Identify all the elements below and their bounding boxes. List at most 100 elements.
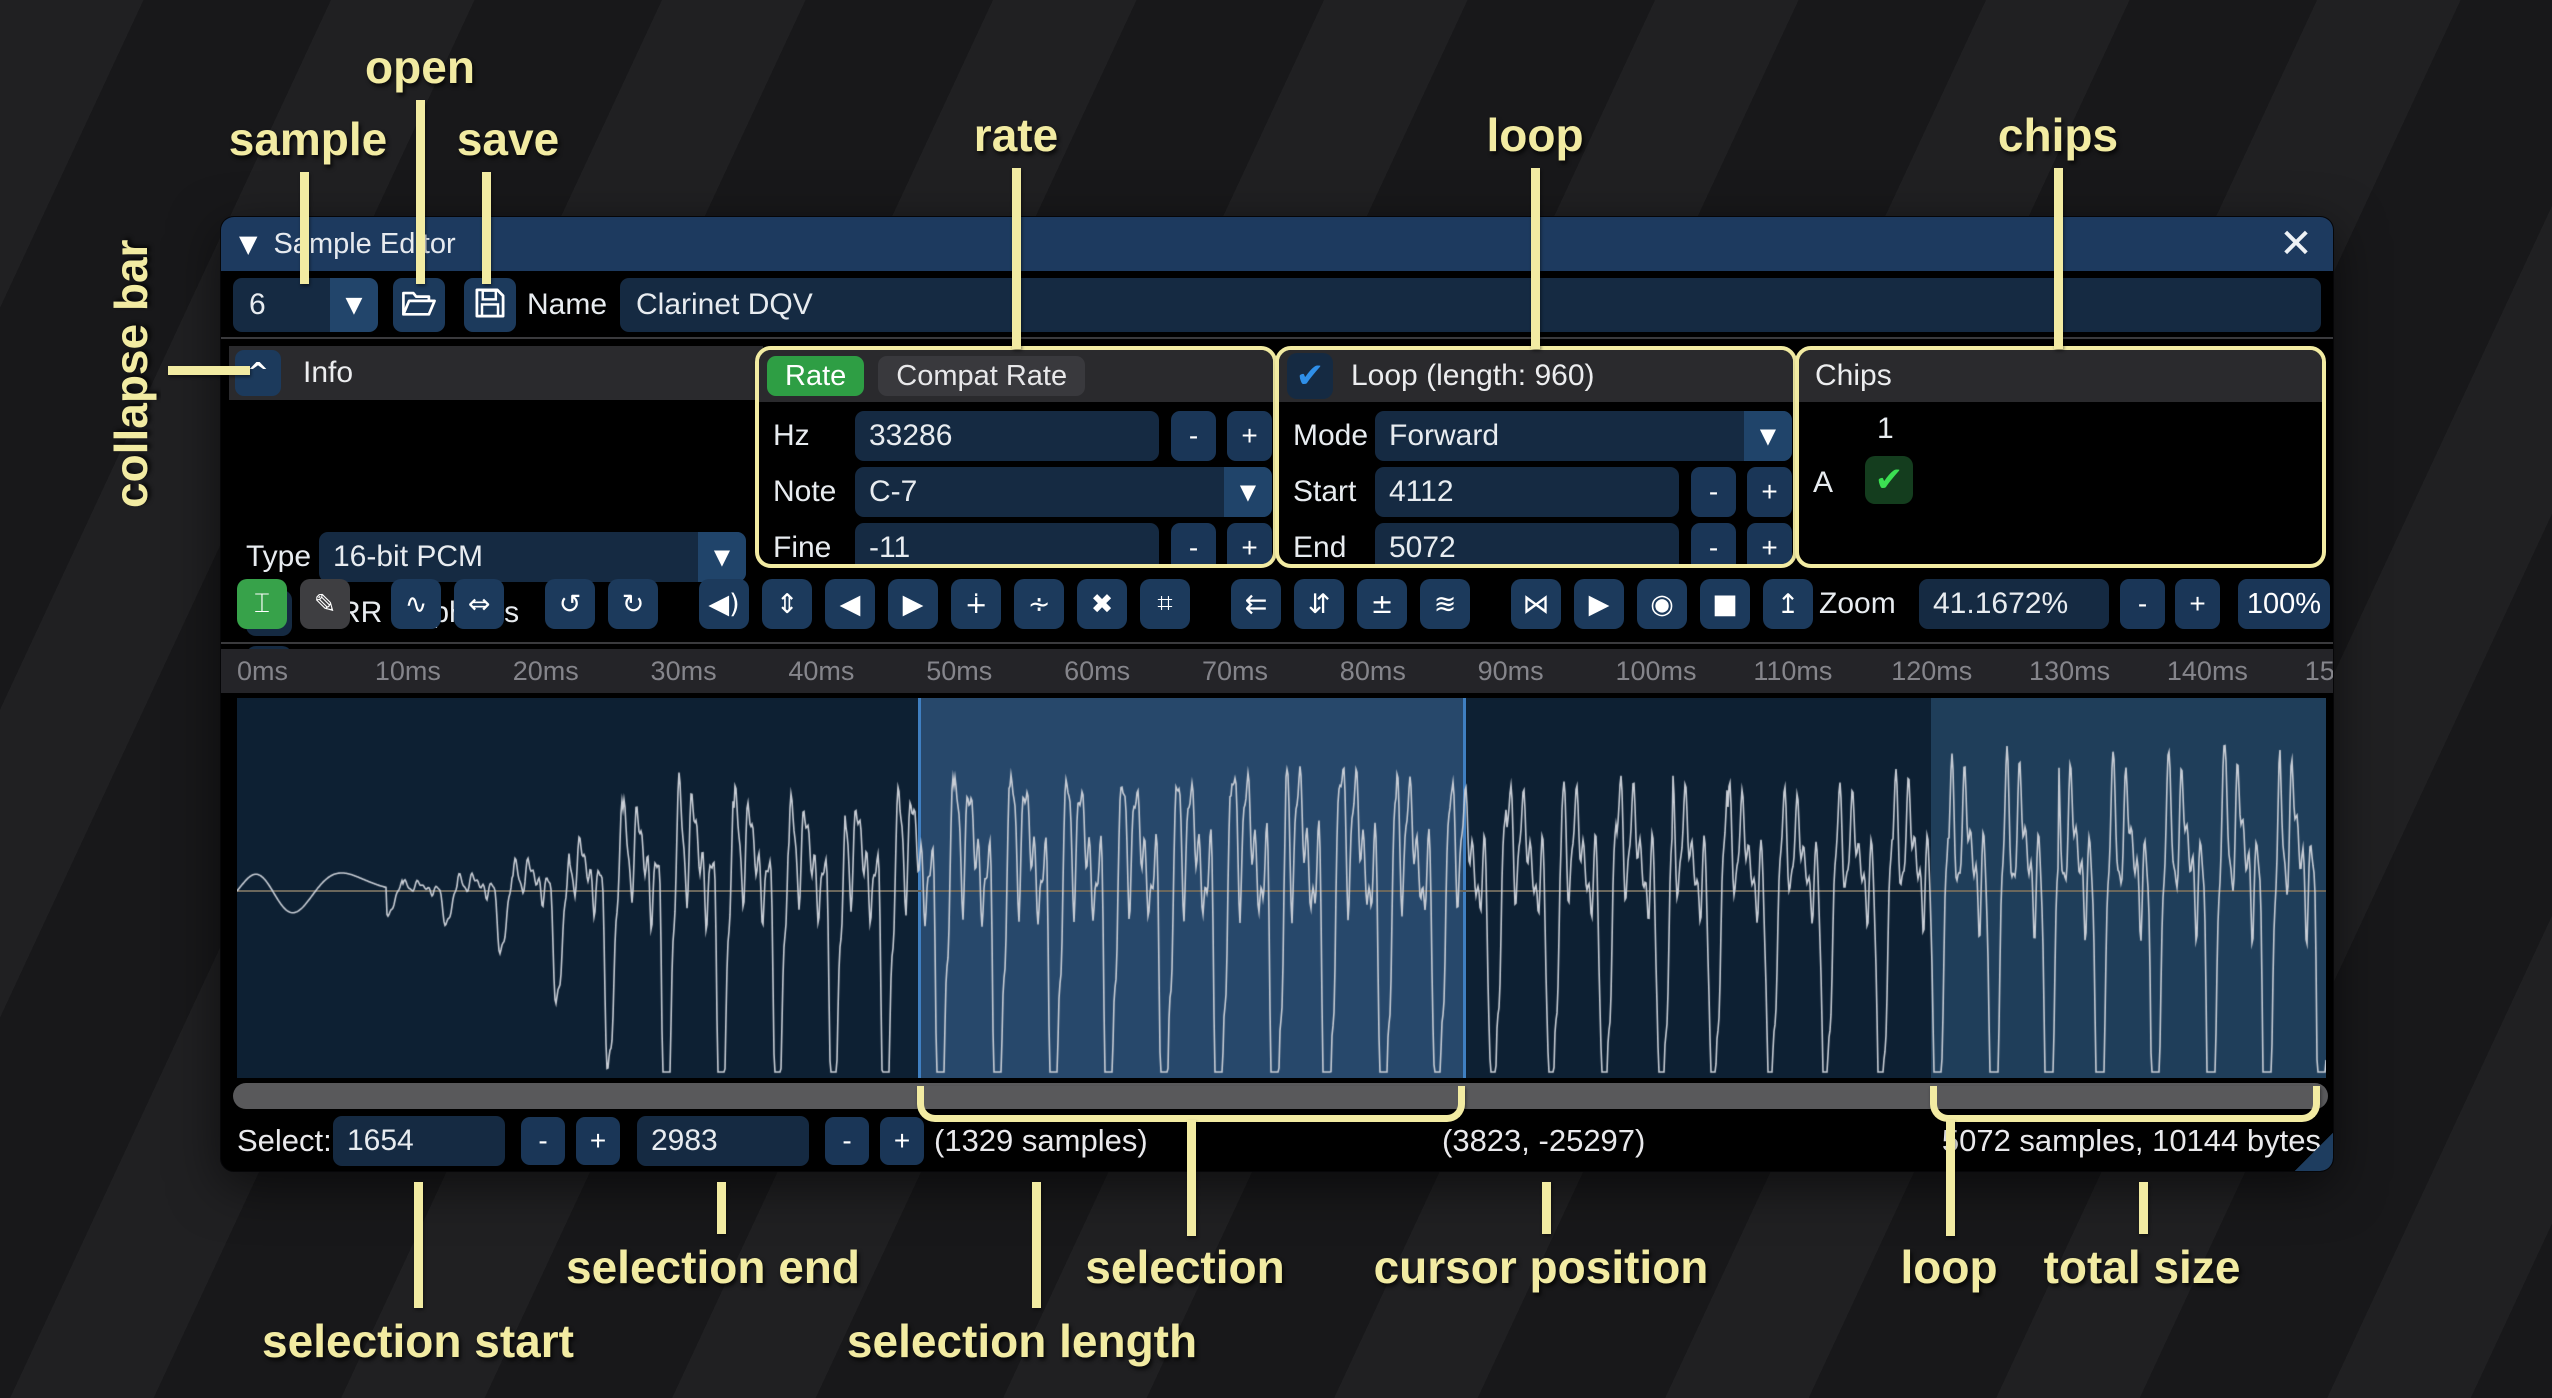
- loop-start-increase-button[interactable]: +: [1747, 467, 1792, 517]
- zoom-reset-button[interactable]: 100%: [2238, 579, 2330, 629]
- apply-silence-button[interactable]: ∻: [1014, 579, 1064, 629]
- waveform-display[interactable]: [237, 698, 2326, 1078]
- crossfade-button[interactable]: ⋈: [1511, 579, 1561, 629]
- delete-button[interactable]: ✖: [1077, 579, 1127, 629]
- sample-type-dropdown[interactable]: 16-bit PCM ▼: [319, 532, 746, 582]
- timeline-tick: 80ms: [1340, 649, 1406, 693]
- titlebar[interactable]: ▼ Sample Editor ✕: [221, 217, 2333, 271]
- loop-start-decrease-button[interactable]: -: [1691, 467, 1736, 517]
- chevron-down-icon[interactable]: ▼: [1744, 411, 1792, 461]
- amplify-button[interactable]: ◀): [699, 579, 749, 629]
- annotation-save: save: [457, 112, 559, 166]
- selection-end-decrease-button[interactable]: -: [825, 1117, 869, 1165]
- chip-enable-checkbox[interactable]: ✔: [1865, 456, 1913, 504]
- loop-panel: ✔ Loop (length: 960) Mode Forward ▼ Star…: [1275, 346, 1797, 568]
- timeline-ruler: 0ms10ms20ms30ms40ms50ms60ms70ms80ms90ms1…: [221, 649, 2333, 693]
- loop-end-label: End: [1293, 523, 1346, 568]
- type-label: Type: [246, 532, 311, 582]
- stop-button[interactable]: ■: [1700, 579, 1750, 629]
- draw-tool-button[interactable]: ✎: [300, 579, 350, 629]
- save-sample-button[interactable]: [464, 278, 516, 332]
- annotation-line-collapse-bar: [168, 366, 250, 375]
- undo-button[interactable]: ↺: [545, 579, 595, 629]
- hz-label: Hz: [773, 411, 810, 461]
- hz-input[interactable]: 33286: [855, 411, 1159, 461]
- selection-start-decrease-button[interactable]: -: [521, 1117, 565, 1165]
- note-dropdown[interactable]: C-7 ▼: [855, 467, 1272, 517]
- invert-button[interactable]: ⇵: [1294, 579, 1344, 629]
- fine-increase-button[interactable]: +: [1227, 523, 1272, 568]
- close-icon[interactable]: ✕: [2273, 221, 2319, 267]
- window-collapse-icon[interactable]: ▼: [239, 230, 257, 258]
- tab-rate[interactable]: Rate: [767, 356, 864, 396]
- zoom-label: Zoom: [1819, 579, 1896, 629]
- tab-compat-rate[interactable]: Compat Rate: [878, 356, 1085, 396]
- loop-panel-header: ✔ Loop (length: 960): [1279, 350, 1793, 402]
- resample-button[interactable]: ⇔: [454, 579, 504, 629]
- total-size-text: 5072 samples, 10144 bytes: [1942, 1116, 2321, 1166]
- fine-decrease-button[interactable]: -: [1171, 523, 1216, 568]
- annotation-cursor-position: cursor position: [1374, 1240, 1709, 1294]
- loop-header-label: Loop (length: 960): [1351, 359, 1595, 393]
- annotation-line-selection-length: [1032, 1182, 1041, 1308]
- open-sample-button[interactable]: [393, 278, 445, 332]
- sample-name-input[interactable]: Clarinet DQV: [620, 278, 2321, 332]
- resize-button[interactable]: ∿: [391, 579, 441, 629]
- fade-in-button[interactable]: ◀: [825, 579, 875, 629]
- rate-panel: Rate Compat Rate Hz 33286 - + Note C-7 ▼…: [755, 346, 1277, 568]
- window-resize-grip[interactable]: [2293, 1131, 2333, 1171]
- zoom-input[interactable]: 41.1672%: [1919, 579, 2109, 629]
- annotation-line-loop: [1531, 168, 1540, 349]
- loop-start-input[interactable]: 4112: [1375, 467, 1679, 517]
- annotation-stem-selection: [1187, 1120, 1196, 1236]
- timeline-tick: 100ms: [1616, 649, 1697, 693]
- zoom-out-button[interactable]: -: [2120, 579, 2165, 629]
- selection-length-text: (1329 samples): [934, 1116, 1148, 1166]
- preview-button[interactable]: ▶: [1574, 579, 1624, 629]
- filter-button[interactable]: ≋: [1420, 579, 1470, 629]
- loop-mode-value: Forward: [1375, 411, 1744, 461]
- preview-loop-button[interactable]: ◉: [1637, 579, 1687, 629]
- insert-silence-button[interactable]: ∔: [951, 579, 1001, 629]
- annotation-line-save: [482, 172, 491, 284]
- zoom-in-button[interactable]: +: [2175, 579, 2220, 629]
- chevron-down-icon[interactable]: ▼: [330, 278, 378, 332]
- mode-label: Mode: [1293, 411, 1368, 461]
- annotation-selection-start: selection start: [262, 1314, 574, 1368]
- annotation-collapse-bar: collapse bar: [104, 238, 158, 508]
- redo-button[interactable]: ↻: [608, 579, 658, 629]
- hz-increase-button[interactable]: +: [1227, 411, 1272, 461]
- sign-button[interactable]: ±: [1357, 579, 1407, 629]
- chips-panel: Chips 1 A ✔: [1795, 346, 2326, 568]
- sample-select-dropdown[interactable]: 6 ▼: [233, 278, 378, 332]
- loop-mode-dropdown[interactable]: Forward ▼: [1375, 411, 1792, 461]
- loop-end-increase-button[interactable]: +: [1747, 523, 1792, 568]
- annotation-loop: loop: [1486, 108, 1583, 162]
- selection-end-input[interactable]: 2983: [637, 1116, 809, 1166]
- reverse-button[interactable]: ⇇: [1231, 579, 1281, 629]
- divider: [221, 642, 2333, 644]
- trim-button[interactable]: ⌗: [1140, 579, 1190, 629]
- selection-start-increase-button[interactable]: +: [576, 1117, 620, 1165]
- timeline-tick: 110ms: [1753, 649, 1832, 693]
- selection-end-increase-button[interactable]: +: [880, 1117, 924, 1165]
- waveform-plot: [237, 698, 2326, 1078]
- selection-start-input[interactable]: 1654: [333, 1116, 505, 1166]
- loop-end-decrease-button[interactable]: -: [1691, 523, 1736, 568]
- chevron-down-icon[interactable]: ▼: [698, 532, 746, 582]
- fine-input[interactable]: -11: [855, 523, 1159, 568]
- import-button[interactable]: ↥: [1763, 579, 1813, 629]
- annotation-line-total-size: [2139, 1182, 2148, 1234]
- loop-enable-checkbox[interactable]: ✔: [1287, 353, 1333, 399]
- fade-out-button[interactable]: ▶: [888, 579, 938, 629]
- annotation-chips: chips: [1998, 108, 2118, 162]
- annotation-bracket-selection: [917, 1086, 1464, 1122]
- chevron-down-icon[interactable]: ▼: [1224, 467, 1272, 517]
- select-label: Select:: [237, 1116, 332, 1166]
- normalize-button[interactable]: ⇕: [762, 579, 812, 629]
- hz-decrease-button[interactable]: -: [1171, 411, 1216, 461]
- note-value: C-7: [855, 467, 1224, 517]
- loop-end-input[interactable]: 5072: [1375, 523, 1679, 568]
- select-tool-button[interactable]: ⌶: [237, 579, 287, 629]
- info-panel-header: ^ Info: [229, 346, 763, 400]
